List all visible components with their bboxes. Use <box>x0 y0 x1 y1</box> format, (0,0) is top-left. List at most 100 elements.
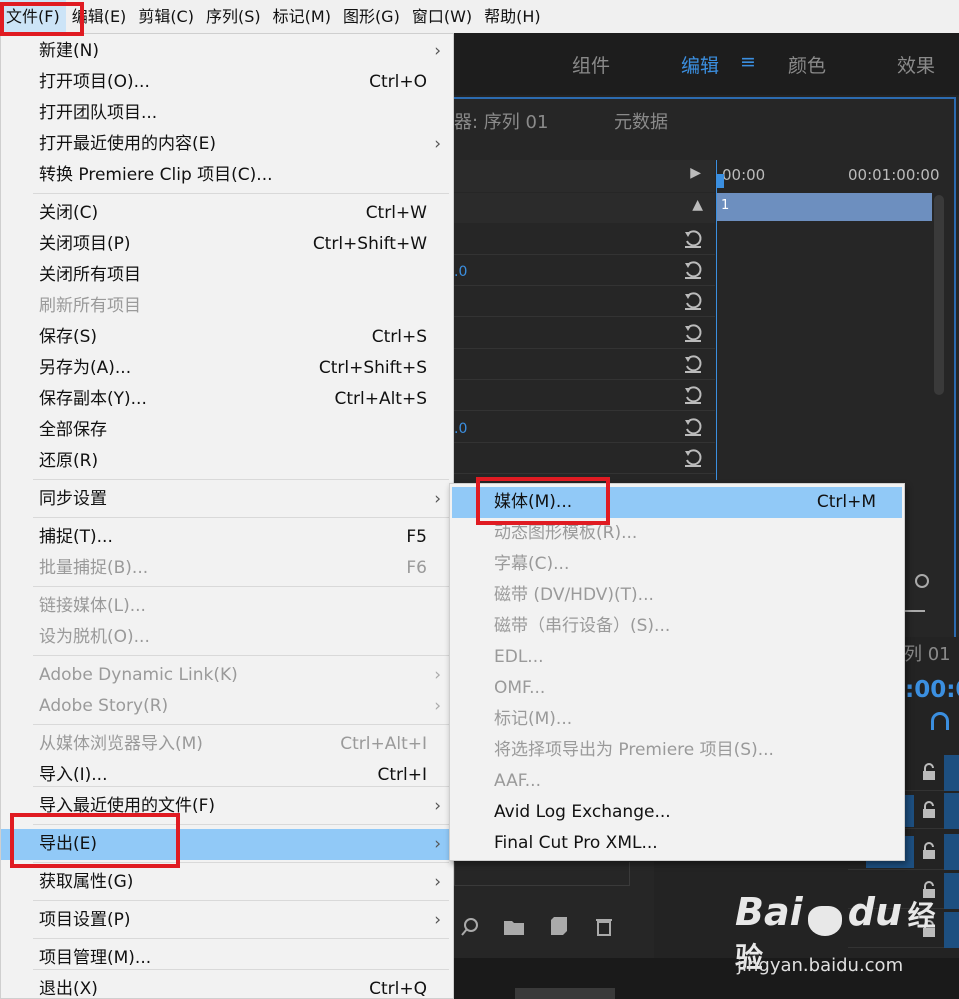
reset-icon[interactable] <box>683 260 703 280</box>
menu-edit[interactable]: 编辑(E) <box>66 0 133 33</box>
collapse-triangle-icon[interactable]: ▲ <box>692 197 703 213</box>
menu-item-label: 全部保存 <box>39 420 107 440</box>
menu-graphics[interactable]: 图形(G) <box>337 0 406 33</box>
folder-icon[interactable] <box>503 918 525 936</box>
menu-item-shortcut: Ctrl+M <box>816 492 876 512</box>
workspace-tab-effects[interactable]: 效果 <box>897 51 935 78</box>
snap-magnet-icon[interactable] <box>931 712 949 730</box>
file-menu-item[interactable]: 关闭项目(P) Ctrl+Shift+W <box>1 229 453 260</box>
ec-timeline-ruler: 00:00 00:01:00:00 <box>716 160 940 192</box>
metadata-tab[interactable]: 元数据 <box>614 108 668 134</box>
menu-file[interactable]: 文件(F) <box>0 0 66 33</box>
file-menu-item[interactable]: 保存(S) Ctrl+S <box>1 322 453 353</box>
export-menu-item[interactable]: Avid Log Exchange... <box>452 797 902 828</box>
sequence-title[interactable]: 列 01 <box>904 640 951 666</box>
file-menu-item[interactable]: 打开团队项目... <box>1 98 453 129</box>
sequence-timecode[interactable]: :00:0 <box>905 677 959 703</box>
menu-item-label: AAF... <box>494 771 541 791</box>
file-menu-item[interactable]: 全部保存 <box>1 415 453 446</box>
menu-item-label: Avid Log Exchange... <box>494 802 671 822</box>
menu-item-label: EDL... <box>494 647 544 667</box>
menu-item-label: Final Cut Pro XML... <box>494 833 658 853</box>
reset-icon[interactable] <box>683 448 703 468</box>
reset-icon[interactable] <box>683 291 703 311</box>
playhead-icon[interactable] <box>716 174 724 188</box>
file-menu-item[interactable]: 导入最近使用的文件(F) › <box>1 791 453 822</box>
file-menu-item[interactable]: 转换 Premiere Clip 项目(C)... <box>1 160 453 191</box>
workspace-tab-editing[interactable]: 编辑 <box>681 51 719 78</box>
menu-item-label: 同步设置 <box>39 489 107 509</box>
chevron-right-icon: › <box>434 910 441 930</box>
menu-separator <box>33 862 449 863</box>
project-panel-inner <box>454 862 630 886</box>
menu-help[interactable]: 帮助(H) <box>478 0 547 33</box>
menu-separator <box>33 786 449 787</box>
file-menu-item: 设为脱机(O)... <box>1 622 453 653</box>
effect-param-row <box>454 443 715 474</box>
file-menu-item[interactable]: 捕捉(T)... F5 <box>1 522 453 553</box>
file-menu-item[interactable]: 另存为(A)... Ctrl+Shift+S <box>1 353 453 384</box>
file-menu-item[interactable]: 还原(R) <box>1 446 453 477</box>
export-frame-icon[interactable] <box>905 598 925 612</box>
menu-separator <box>33 655 449 656</box>
new-item-icon[interactable] <box>550 916 568 936</box>
menu-item-label: 打开最近使用的内容(E) <box>39 134 217 154</box>
file-menu-item[interactable]: 退出(X) Ctrl+Q <box>1 974 453 999</box>
menu-item-label: 退出(X) <box>39 979 98 999</box>
file-menu-item[interactable]: 同步设置 › <box>1 484 453 515</box>
file-menu-item[interactable]: 导出(E) › <box>1 829 453 860</box>
file-menu-item[interactable]: 项目设置(P) › <box>1 905 453 936</box>
effect-controls-title[interactable]: 器: 序列 01 <box>454 108 548 134</box>
menu-item-label: 从媒体浏览器导入(M) <box>39 734 203 754</box>
workspace-tab-color[interactable]: 颜色 <box>788 51 826 78</box>
chevron-right-icon: › <box>434 134 441 154</box>
reset-icon[interactable] <box>683 323 703 343</box>
menu-window[interactable]: 窗口(W) <box>406 0 478 33</box>
file-menu-item[interactable]: 获取属性(G) › <box>1 867 453 898</box>
chevron-right-icon: › <box>434 665 441 685</box>
file-menu-item[interactable]: 关闭(C) Ctrl+W <box>1 198 453 229</box>
timecode-start: 00:00 <box>722 166 766 184</box>
menu-item-label: 新建(N) <box>39 41 99 61</box>
menu-item-label: 打开团队项目... <box>39 103 158 123</box>
menu-item-shortcut: F6 <box>406 558 427 578</box>
workspace-tab-assembly[interactable]: 组件 <box>572 51 610 78</box>
timecode-end: 00:01:00:00 <box>848 166 940 184</box>
menu-item-label: 磁带（串行设备）(S)... <box>494 616 671 636</box>
clip-label: 1 <box>721 198 730 213</box>
export-menu-item[interactable]: Final Cut Pro XML... <box>452 828 902 859</box>
export-menu-item: 磁带 (DV/HDV)(T)... <box>452 580 902 611</box>
param-value[interactable]: .0 <box>454 421 467 437</box>
scroll-thumb[interactable] <box>515 988 615 999</box>
reset-icon[interactable] <box>683 354 703 374</box>
lock-icon[interactable] <box>922 801 936 819</box>
lock-icon[interactable] <box>922 763 936 781</box>
search-icon[interactable] <box>460 917 480 937</box>
menu-item-label: 设为脱机(O)... <box>39 627 150 647</box>
reset-icon[interactable] <box>683 385 703 405</box>
lock-icon[interactable] <box>922 842 936 860</box>
file-menu-item[interactable]: 关闭所有项目 <box>1 260 453 291</box>
scrollbar[interactable] <box>934 195 944 395</box>
menu-sequence[interactable]: 序列(S) <box>200 0 267 33</box>
reset-icon[interactable] <box>683 229 703 249</box>
menu-markers[interactable]: 标记(M) <box>267 0 337 33</box>
reset-icon[interactable] <box>683 417 703 437</box>
ec-clip-bar[interactable]: 1 <box>716 193 932 221</box>
param-value[interactable]: .0 <box>454 264 467 280</box>
export-menu-item[interactable]: 媒体(M)... Ctrl+M <box>452 487 902 518</box>
menu-item-label: 刷新所有项目 <box>39 296 141 316</box>
menu-clip[interactable]: 剪辑(C) <box>132 0 200 33</box>
file-menu-item[interactable]: 打开项目(O)... Ctrl+O <box>1 67 453 98</box>
file-menu-item[interactable]: 保存副本(Y)... Ctrl+Alt+S <box>1 384 453 415</box>
file-menu-item[interactable]: 新建(N) › <box>1 36 453 67</box>
export-menu-item: 字幕(C)... <box>452 549 902 580</box>
file-menu-item[interactable]: 打开最近使用的内容(E) › <box>1 129 453 160</box>
workspace-menu-icon[interactable]: ≡ <box>740 51 756 73</box>
menu-item-shortcut: Ctrl+Shift+W <box>312 234 427 254</box>
chevron-right-icon: › <box>434 834 441 854</box>
play-triangle-icon[interactable]: ▶ <box>690 165 701 181</box>
chevron-right-icon: › <box>434 489 441 509</box>
trash-icon[interactable] <box>595 916 613 936</box>
circle-icon[interactable] <box>915 574 929 588</box>
